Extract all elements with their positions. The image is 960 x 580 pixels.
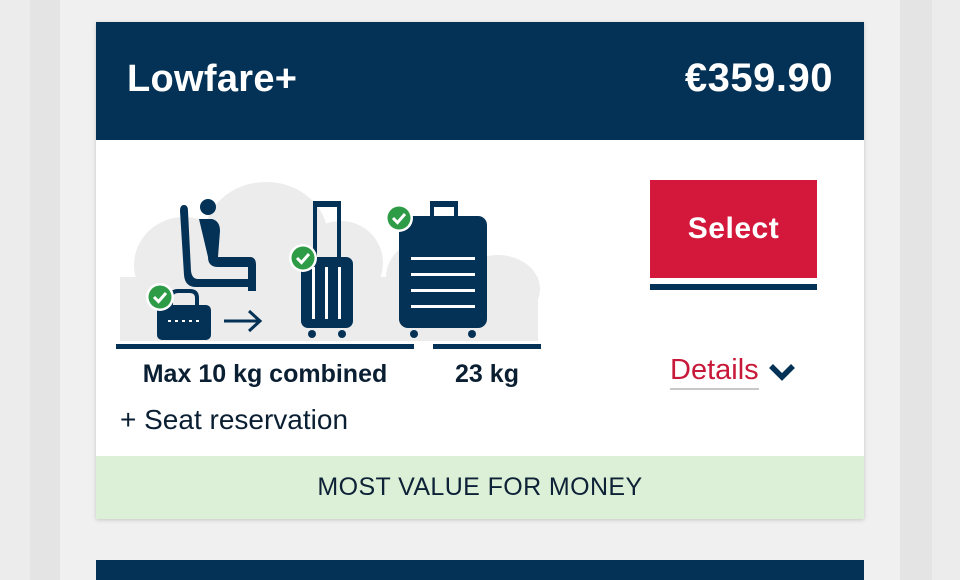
background-rail <box>900 0 932 580</box>
baggage-divider <box>116 344 414 349</box>
cabin-baggage-caption: Max 10 kg combined <box>142 360 388 388</box>
checked-baggage-caption: 23 kg <box>455 360 519 388</box>
chevron-down-icon[interactable] <box>767 357 797 387</box>
fare-name: Lowfare+ <box>127 58 298 100</box>
background-rail <box>0 0 30 580</box>
details-label[interactable]: Details <box>670 354 759 390</box>
next-fare-card-header <box>96 560 864 580</box>
value-banner: MOST VALUE FOR MONEY <box>96 456 864 519</box>
seat-reservation-text: + Seat reservation <box>120 404 349 435</box>
fare-price: €359.90 <box>684 56 833 100</box>
fare-card-header: Lowfare+ €359.90 <box>96 22 864 140</box>
select-button[interactable]: Select <box>650 180 817 278</box>
background-rail <box>932 0 960 580</box>
baggage-illustration <box>120 182 540 341</box>
check-icon <box>385 204 413 232</box>
baggage-divider <box>433 344 541 349</box>
check-icon <box>146 283 174 311</box>
select-button-underline <box>650 284 817 290</box>
background-rail <box>30 0 60 580</box>
check-icon <box>289 244 317 272</box>
fare-card: Lowfare+ €359.90 Max 10 kg combined 23 k… <box>96 22 864 519</box>
details-toggle[interactable]: Details <box>670 354 797 390</box>
